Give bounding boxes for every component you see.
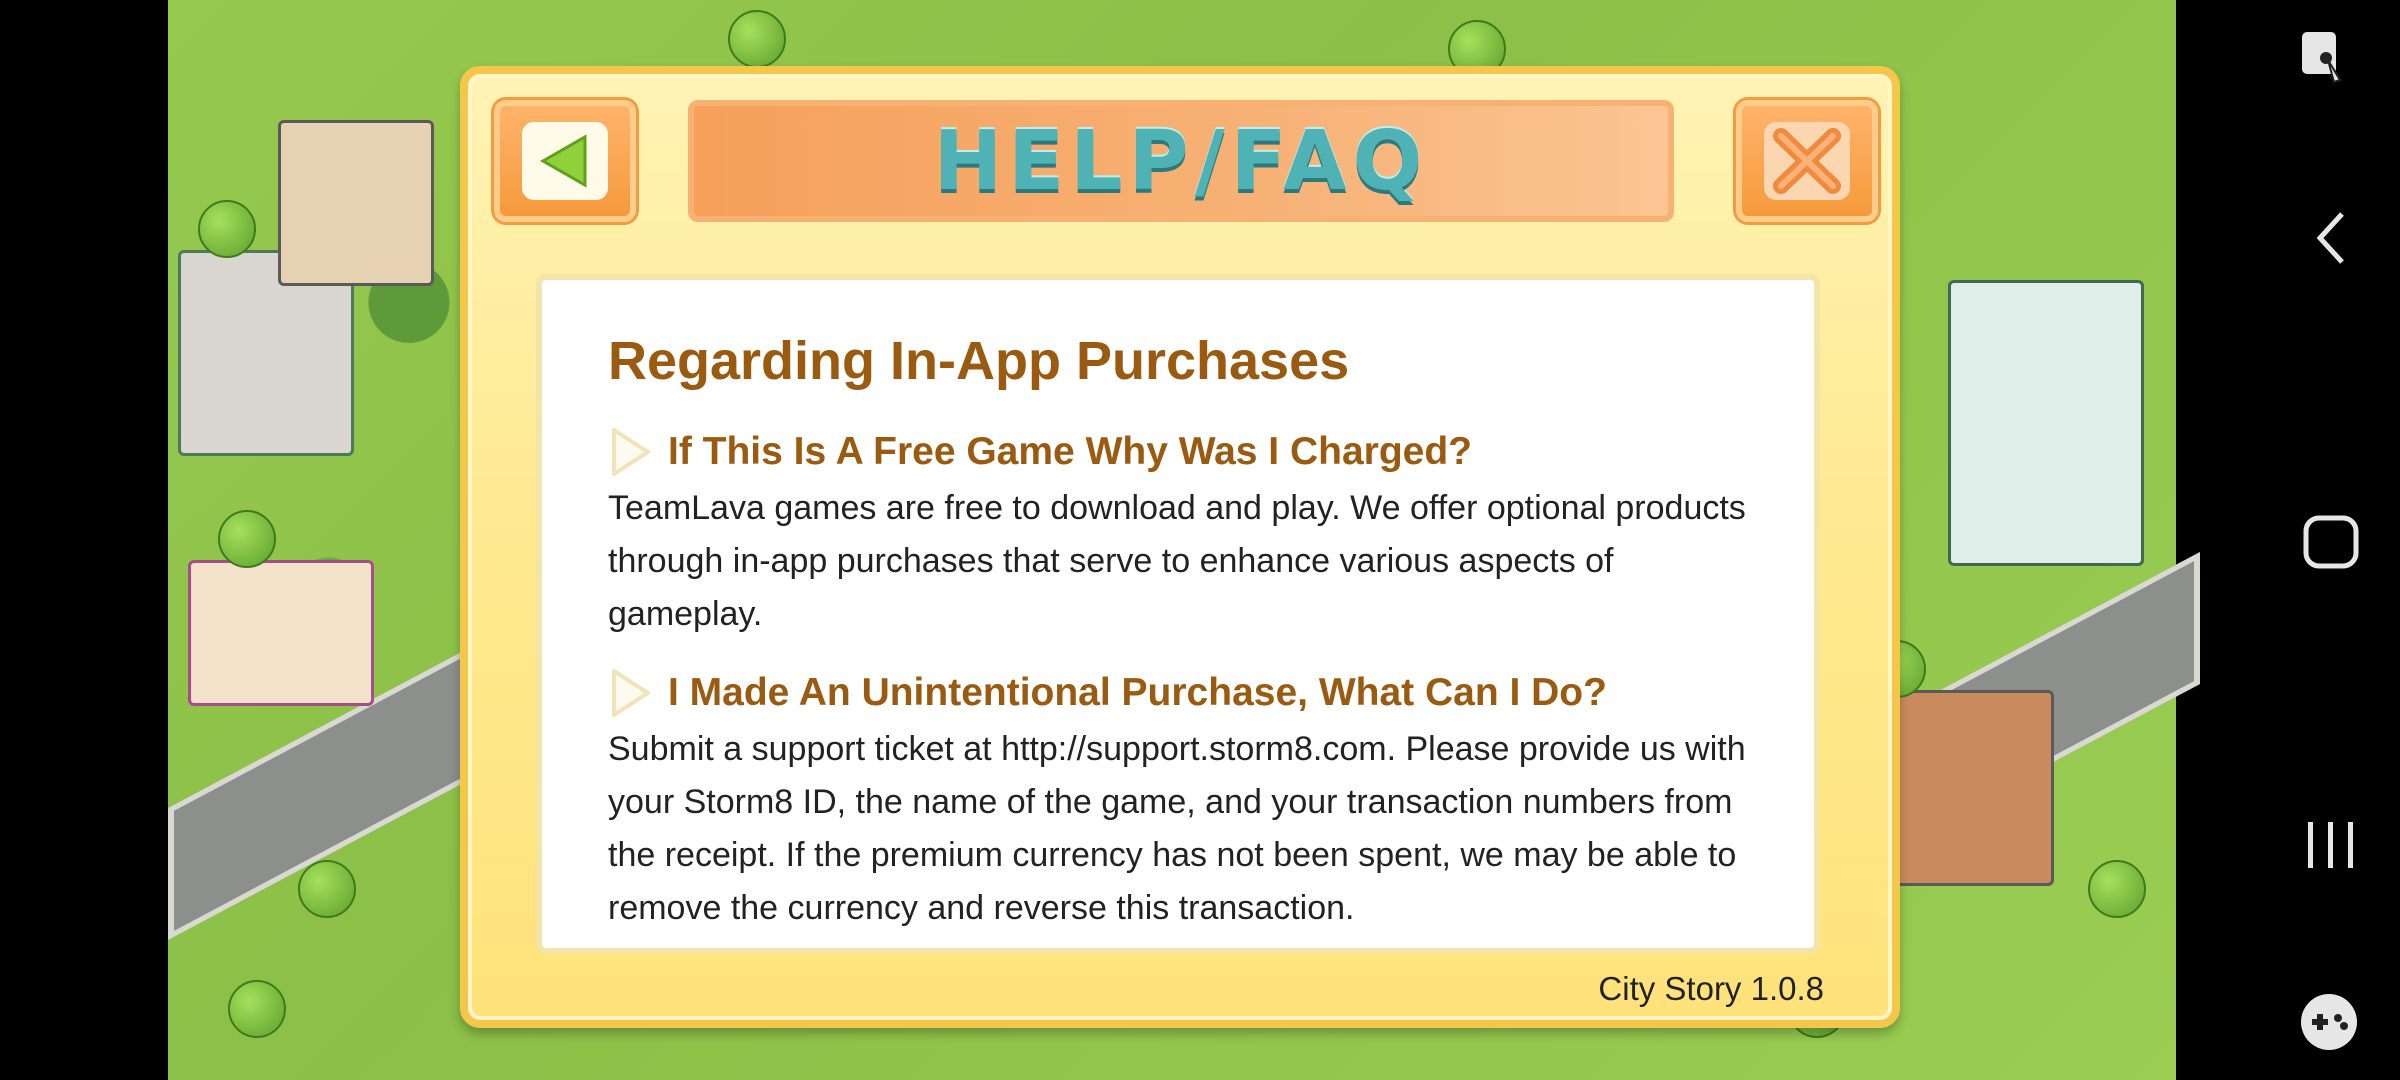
dialog-title: HELP/FAQ: [933, 113, 1429, 209]
bullet-arrow-icon: [612, 669, 650, 717]
title-banner: HELP/FAQ: [688, 100, 1674, 222]
section-heading: Regarding In-App Purchases: [608, 331, 1350, 391]
close-button[interactable]: [1736, 100, 1878, 222]
version-label: City Story 1.0.8: [1598, 970, 1824, 1007]
faq-question: I Made An Unintentional Purchase, What C…: [668, 671, 1607, 714]
home-nav-icon[interactable]: [2302, 514, 2360, 574]
back-nav-icon[interactable]: [2316, 210, 2346, 270]
recents-nav-icon[interactable]: [2304, 818, 2358, 876]
left-letterbox: [0, 0, 168, 1080]
faq-content: Regarding In-App Purchases If This Is A …: [608, 330, 1768, 935]
back-arrow-icon: [522, 122, 608, 200]
faq-scroll-area[interactable]: Regarding In-App Purchases If This Is A …: [536, 274, 1820, 954]
back-button[interactable]: [494, 100, 636, 222]
faq-question-row: If This Is A Free Game Why Was I Charged…: [608, 426, 1768, 478]
faq-question-row: I Made An Unintentional Purchase, What C…: [608, 667, 1768, 719]
screen-pin-icon[interactable]: [2300, 30, 2342, 84]
game-tools-icon[interactable]: [2298, 992, 2360, 1056]
faq-answer: Submit a support ticket at http://suppor…: [608, 730, 1746, 927]
help-faq-dialog: HELP/FAQ Regarding In-App Purchases If T…: [460, 66, 1900, 1028]
faq-answer: TeamLava games are free to download and …: [608, 489, 1746, 633]
bullet-arrow-icon: [612, 428, 650, 476]
faq-question: If This Is A Free Game Why Was I Charged…: [668, 430, 1472, 473]
close-x-icon: [1764, 122, 1850, 200]
